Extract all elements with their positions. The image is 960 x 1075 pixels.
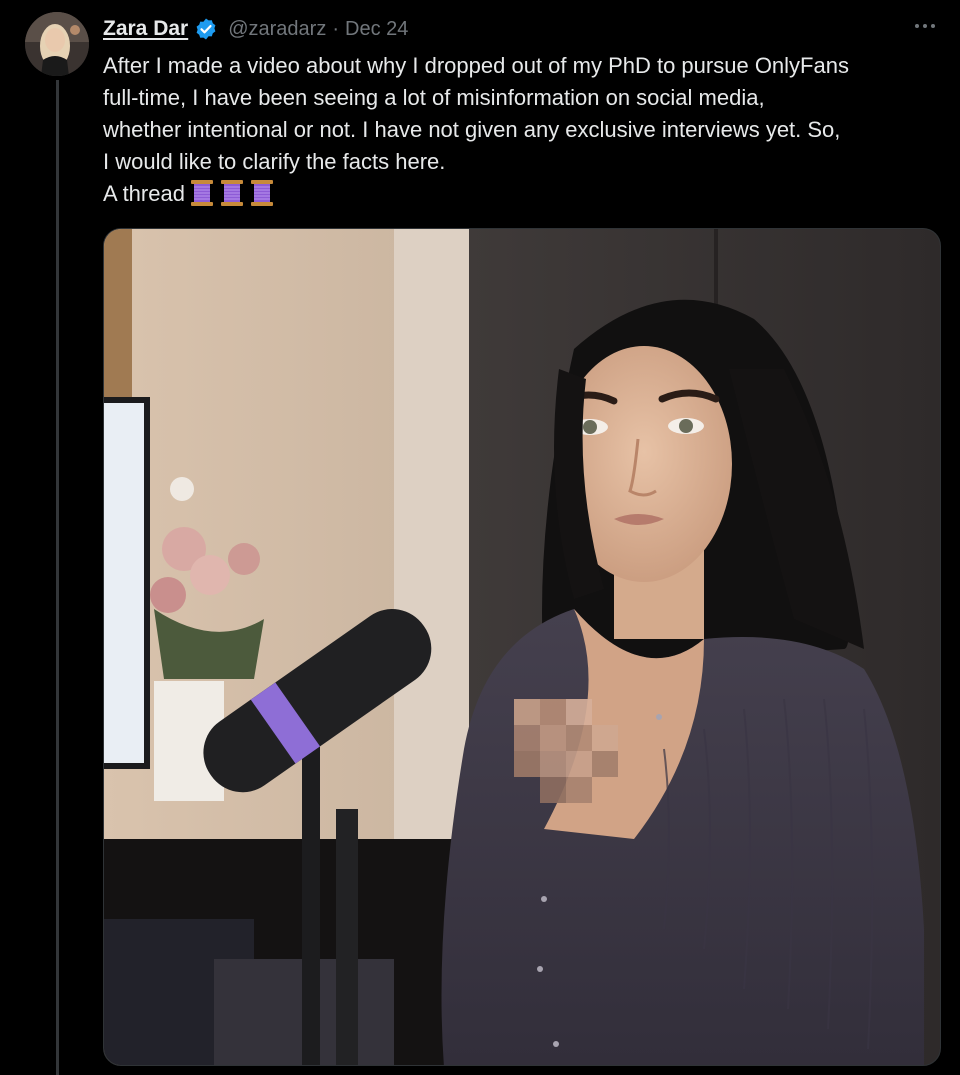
author-handle[interactable]: @zaradarz [228,18,326,41]
tweet-text-line: I would like to clarify the facts here. [103,149,446,174]
more-options-icon[interactable] [908,14,942,38]
spool-icon [189,178,215,208]
tweet-text-line: After I made a video about why I dropped… [103,53,849,78]
avatar[interactable] [25,12,89,76]
spool-icon [219,178,245,208]
tweet-media-photo[interactable] [103,228,941,1066]
tweet-text-last-line: A thread [103,178,953,210]
tweet-text-line: full-time, I have been seeing a lot of m… [103,85,765,110]
tweet-text-line: whether intentional or not. I have not g… [103,117,841,142]
tweet: Zara Dar @zaradarz · Dec 24 After I made… [0,0,960,1075]
tweet-header: Zara Dar @zaradarz · Dec 24 [103,14,408,44]
thread-connector-line [56,80,59,1075]
tweet-date[interactable]: Dec 24 [345,18,408,41]
author-display-name[interactable]: Zara Dar [103,17,188,41]
tweet-text: After I made a video about why I dropped… [103,50,953,210]
thread-label: A thread [103,181,185,206]
spool-icon [249,178,275,208]
separator-dot: · [332,17,340,40]
verified-badge-icon [194,17,218,41]
